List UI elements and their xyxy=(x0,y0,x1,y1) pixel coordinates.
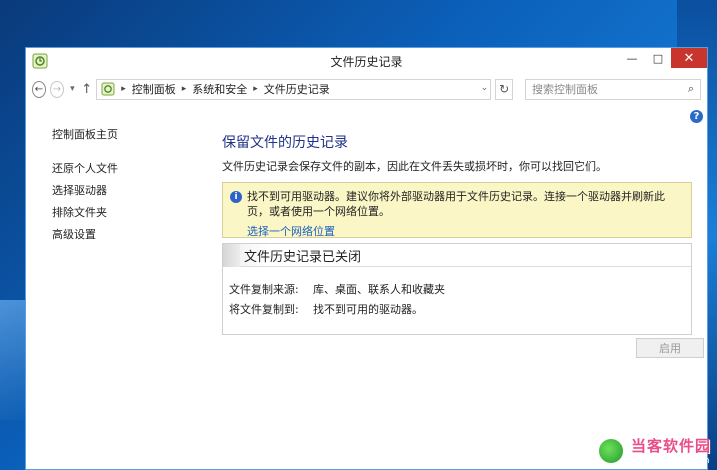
sidebar-item-advanced-settings[interactable]: 高级设置 xyxy=(52,226,118,242)
file-history-window: 文件历史记录 — □ ✕ ← → ▾ ↑ ▸ 控制面板 ▸ 系统和安全 ▸ 文件… xyxy=(25,47,708,470)
status-label: 将文件复制到: xyxy=(229,303,299,316)
navigation-bar: ← → ▾ ↑ ▸ 控制面板 ▸ 系统和安全 ▸ 文件历史记录 ⌄ ↻ ⌕ xyxy=(26,74,707,104)
breadcrumb-system-security[interactable]: 系统和安全 xyxy=(192,81,247,97)
recent-locations-button[interactable]: ▾ xyxy=(68,84,77,94)
breadcrumb-separator-icon: ▸ xyxy=(181,84,187,94)
search-box[interactable]: ⌕ xyxy=(525,78,701,100)
main-panel: 保留文件的历史记录 文件历史记录会保存文件的副本，因此在文件丢失或损坏时，你可以… xyxy=(222,132,692,335)
watermark-logo-icon xyxy=(596,436,625,465)
warning-text: 找不到可用驱动器。建议你将外部驱动器用于文件历史记录。连接一个驱动器并刷新此页，… xyxy=(247,190,665,218)
sidebar-item-restore-files[interactable]: 还原个人文件 xyxy=(52,160,118,176)
content-area: ? 控制面板主页 还原个人文件 选择驱动器 排除文件夹 高级设置 保留文件的历史… xyxy=(26,104,707,469)
warning-banner: i 找不到可用驱动器。建议你将外部驱动器用于文件历史记录。连接一个驱动器并刷新此… xyxy=(222,182,692,238)
control-panel-icon xyxy=(101,82,115,96)
breadcrumb-separator-icon: ▸ xyxy=(253,84,258,94)
status-header: 文件历史记录已关闭 xyxy=(223,243,691,267)
minimize-button[interactable]: — xyxy=(619,48,645,68)
status-value: 库、桌面、联系人和收藏夹 xyxy=(313,283,445,296)
window-title: 文件历史记录 xyxy=(330,54,403,69)
info-icon: i xyxy=(230,191,242,203)
breadcrumb-control-panel[interactable]: 控制面板 xyxy=(132,81,176,97)
forward-button[interactable]: → xyxy=(49,80,64,98)
sidebar-item-control-panel-home[interactable]: 控制面板主页 xyxy=(52,126,118,142)
breadcrumb-separator-icon: ▸ xyxy=(121,84,126,94)
up-button[interactable]: ↑ xyxy=(81,82,92,97)
back-button[interactable]: ← xyxy=(32,80,46,98)
status-label: 文件复制来源: xyxy=(229,283,299,296)
search-input[interactable] xyxy=(532,82,672,96)
status-row-destination: 将文件复制到: 找不到可用的驱动器。 xyxy=(229,299,691,319)
maximize-button[interactable]: □ xyxy=(645,48,671,68)
watermark-text: 当客软件园 www.downkr.com xyxy=(631,435,711,466)
status-row-source: 文件复制来源: 库、桌面、联系人和收藏夹 xyxy=(229,279,691,299)
sidebar-item-select-drive[interactable]: 选择驱动器 xyxy=(52,182,118,198)
watermark: 当客软件园 www.downkr.com xyxy=(596,435,711,466)
status-indicator xyxy=(223,243,240,267)
status-title: 文件历史记录已关闭 xyxy=(244,249,362,265)
sidebar-item-exclude-folders[interactable]: 排除文件夹 xyxy=(52,204,118,220)
file-history-app-icon xyxy=(32,53,48,69)
select-network-location-link[interactable]: 选择一个网络位置 xyxy=(247,223,683,239)
window-controls: — □ ✕ xyxy=(619,48,707,70)
watermark-url: www.downkr.com xyxy=(630,456,710,466)
status-details: 文件复制来源: 库、桌面、联系人和收藏夹 将文件复制到: 找不到可用的驱动器。 xyxy=(223,267,691,319)
sidebar: 控制面板主页 还原个人文件 选择驱动器 排除文件夹 高级设置 xyxy=(52,126,118,248)
enable-button[interactable]: 启用 xyxy=(636,338,704,358)
refresh-button[interactable]: ↻ xyxy=(495,78,513,100)
status-panel: 文件历史记录已关闭 文件复制来源: 库、桌面、联系人和收藏夹 将文件复制到: 找… xyxy=(222,243,692,335)
title-bar: 文件历史记录 — □ ✕ xyxy=(26,48,707,74)
help-icon[interactable]: ? xyxy=(690,110,703,123)
address-bar[interactable]: ▸ 控制面板 ▸ 系统和安全 ▸ 文件历史记录 ⌄ xyxy=(96,78,492,100)
close-button[interactable]: ✕ xyxy=(671,48,707,68)
page-title: 保留文件的历史记录 xyxy=(222,135,348,151)
status-value: 找不到可用的驱动器。 xyxy=(313,303,423,316)
watermark-title: 当客软件园 xyxy=(630,437,711,455)
chevron-down-icon[interactable]: ⌄ xyxy=(481,83,489,93)
page-description: 文件历史记录会保存文件的副本，因此在文件丢失或损坏时，你可以找回它们。 xyxy=(222,160,607,173)
breadcrumb-file-history[interactable]: 文件历史记录 xyxy=(264,81,330,97)
search-icon[interactable]: ⌕ xyxy=(688,82,694,96)
